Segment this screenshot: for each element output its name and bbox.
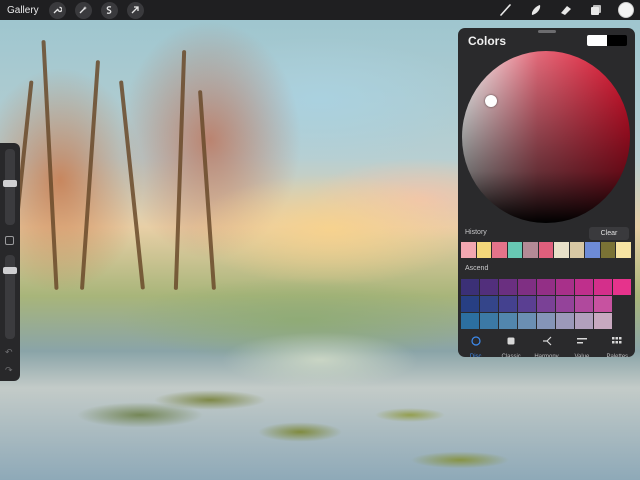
tab-label: Palettes [606,354,629,357]
palette-swatch[interactable] [575,296,593,312]
tab-label: Value [574,354,590,357]
history-swatch[interactable] [476,242,492,258]
history-label: History [465,229,487,236]
palette-swatch[interactable] [518,313,536,329]
tab-classic[interactable]: Classic [493,329,528,357]
palette-label: Ascend [465,265,489,272]
palette-swatch[interactable] [499,296,517,312]
palettes-grid-icon [612,333,622,351]
palette-swatch[interactable] [537,296,555,312]
clear-history-button[interactable]: Clear [589,227,629,240]
history-swatch[interactable] [507,242,523,258]
brush-size-handle[interactable] [3,180,17,188]
palette-swatch[interactable] [556,313,574,329]
color-disc[interactable] [462,51,630,223]
color-picker-handle[interactable] [485,95,497,107]
history-swatch[interactable] [554,242,569,258]
layers-icon[interactable] [588,1,604,19]
opacity-slider[interactable] [3,255,17,339]
tab-harmony[interactable]: Harmony [529,329,564,357]
palette-row [461,296,632,312]
magic-wand-icon[interactable] [74,1,92,19]
palette-swatch[interactable] [461,296,479,312]
palette-swatch[interactable] [461,279,479,295]
palette-swatch[interactable] [480,313,498,329]
history-swatch[interactable] [616,242,632,258]
primary-color-swatch[interactable] [587,35,607,46]
brush-size-slider[interactable] [3,149,17,225]
history-swatch[interactable] [585,242,600,258]
palette-swatch[interactable] [575,279,593,295]
panel-drag-handle[interactable] [538,30,556,33]
tab-label: Disc [469,354,482,357]
left-sidebar: ↶ ↷ [0,143,20,381]
history-swatches [461,242,632,258]
palette-swatch[interactable] [499,313,517,329]
palette-swatch[interactable] [556,279,574,295]
palette-row [461,279,632,295]
palette-swatch[interactable] [575,313,593,329]
eraser-icon[interactable] [558,1,574,19]
palette-swatch[interactable] [537,313,555,329]
palette-swatch[interactable] [518,296,536,312]
tab-palettes[interactable]: Palettes [600,329,635,357]
history-swatch[interactable] [523,242,538,258]
color-mode-tabs: Disc Classic Harmony Value Palettes [458,329,635,357]
gallery-button[interactable]: Gallery [7,5,39,16]
harmony-icon [542,333,552,351]
color-swatch-pair[interactable] [587,35,627,46]
palette-swatch[interactable] [499,279,517,295]
palette-swatch[interactable] [480,296,498,312]
value-sliders-icon [576,333,587,351]
classic-square-icon [506,333,516,351]
palette-swatch[interactable] [556,296,574,312]
redo-icon[interactable]: ↷ [5,365,13,376]
tab-label: Classic [501,354,521,357]
selection-s-icon[interactable] [100,1,118,19]
secondary-color-swatch[interactable] [607,35,627,46]
disc-icon [471,333,481,351]
palette-swatch[interactable] [594,296,612,312]
history-swatch[interactable] [538,242,554,258]
colors-panel: Colors History Clear Ascend Disc Classic H… [458,28,635,357]
tab-value[interactable]: Value [564,329,599,357]
palette-grid [461,279,632,330]
top-toolbar: Gallery [0,0,640,20]
palette-swatch[interactable] [518,279,536,295]
palette-swatch[interactable] [461,313,479,329]
palette-swatch[interactable] [594,279,612,295]
palette-swatch[interactable] [613,279,631,295]
saturation-brightness-disc[interactable] [462,51,630,223]
wrench-icon[interactable] [48,1,66,19]
transform-arrow-icon[interactable] [126,1,144,19]
panel-title: Colors [468,34,507,48]
tab-disc[interactable]: Disc [458,329,493,357]
palette-row [461,313,632,329]
brush-icon[interactable] [498,1,514,19]
smudge-icon[interactable] [528,1,544,19]
history-swatch[interactable] [492,242,507,258]
current-color-button[interactable] [618,2,634,18]
history-swatch[interactable] [461,242,476,258]
tab-label: Harmony [534,354,559,357]
history-swatch[interactable] [569,242,585,258]
undo-icon[interactable]: ↶ [5,347,13,358]
modify-button[interactable] [5,236,14,245]
palette-swatch[interactable] [480,279,498,295]
palette-swatch[interactable] [594,313,612,329]
palette-swatch[interactable] [613,313,631,329]
history-swatch[interactable] [600,242,616,258]
opacity-handle[interactable] [3,266,17,274]
palette-swatch[interactable] [613,296,631,312]
palette-swatch[interactable] [537,279,555,295]
